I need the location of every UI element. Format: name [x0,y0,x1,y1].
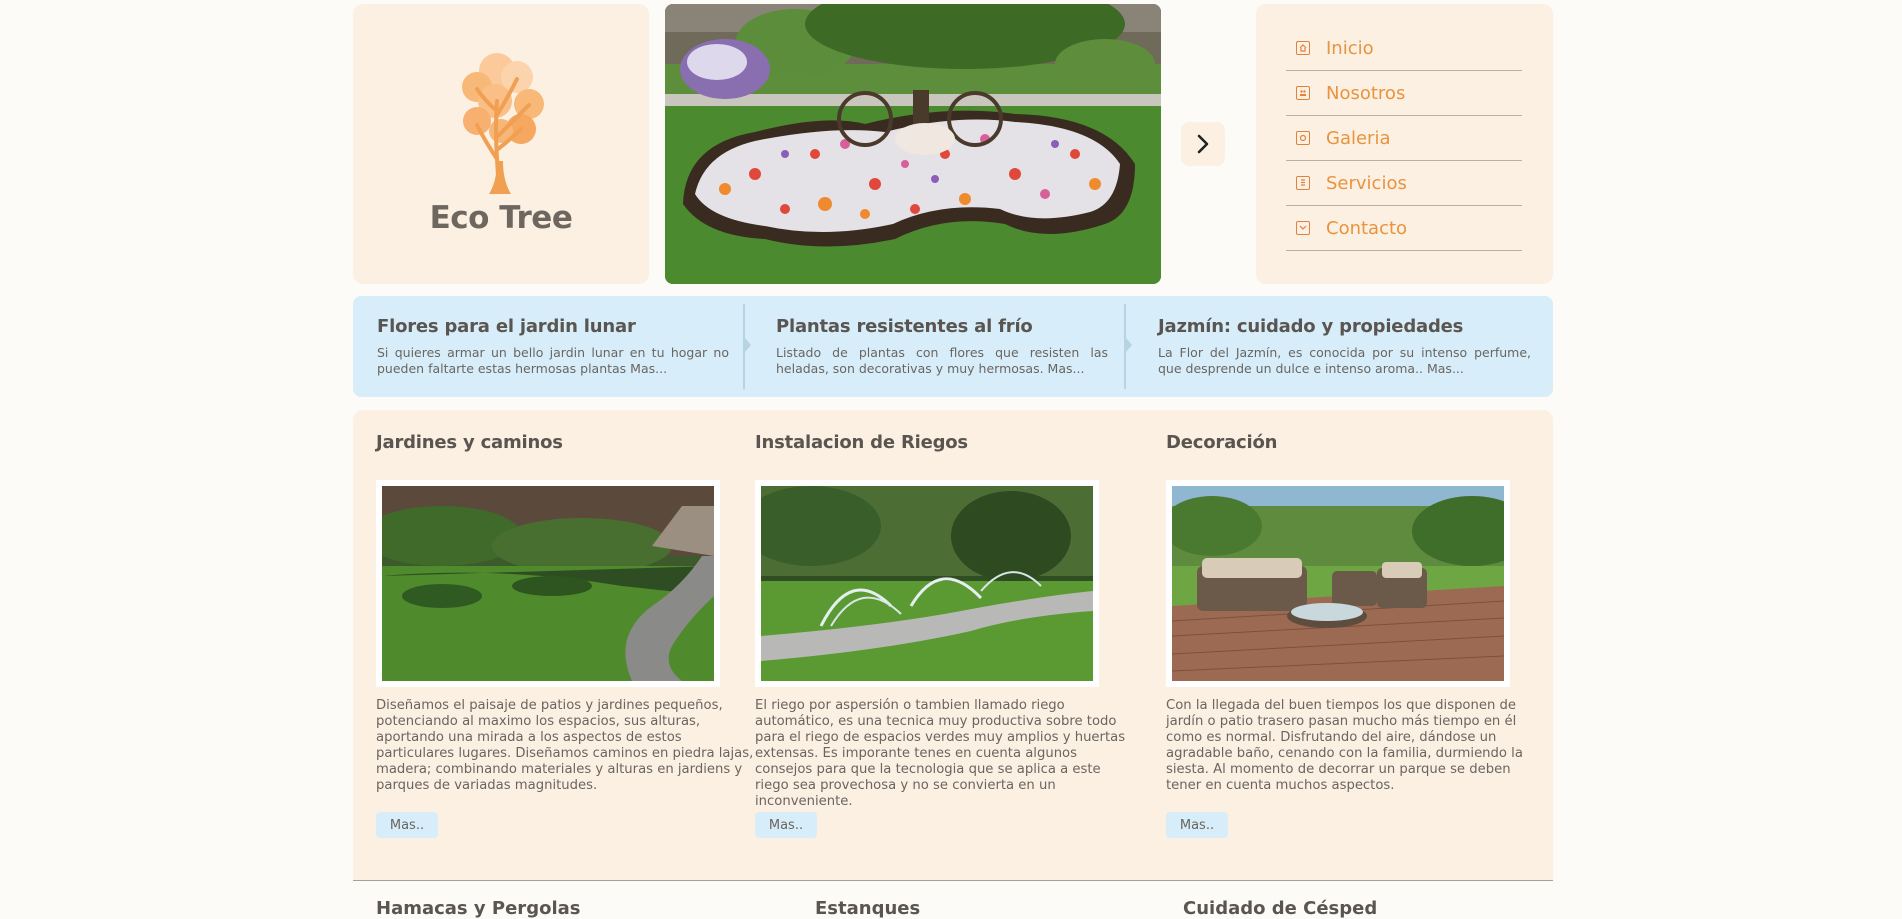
hero-slider-image [665,4,1161,284]
services-section: Jardines y caminos Diseñamos el paisaje … [353,410,1553,881]
nav-label: Servicios [1326,172,1407,194]
home-icon [1296,41,1310,55]
chevron-right-icon [1197,134,1209,154]
service-more-button[interactable]: Mas.. [1166,812,1228,838]
service-image-sprinklers [755,480,1099,687]
nav-item-inicio[interactable]: Inicio [1286,26,1522,71]
tree-logo-icon [462,53,544,194]
service-title: Instalacion de Riegos [755,432,968,453]
news-title[interactable]: Flores para el jardin lunar [377,316,729,337]
service-image-patio-furniture [1166,480,1510,687]
nav-item-galeria[interactable]: Galeria [1286,116,1522,161]
news-divider [743,304,751,389]
service-card: Decoración [1166,432,1277,453]
service-title: Cuidado de Césped [1183,898,1378,919]
service-title: Decoración [1166,432,1278,453]
service-more-button[interactable]: Mas.. [755,812,817,838]
gallery-icon [1296,131,1310,145]
service-card: Instalacion de Riegos [755,432,968,453]
service-more-button[interactable]: Mas.. [376,812,438,838]
news-text: Listado de plantas con flores que resist… [776,345,1108,376]
nav-item-nosotros[interactable]: Nosotros [1286,71,1522,116]
service-card: Jardines y caminos [376,432,563,453]
nav-label: Contacto [1326,217,1408,239]
logo-panel: Eco Tree [353,4,649,284]
news-title[interactable]: Jazmín: cuidado y propiedades [1158,316,1531,337]
service-description: Diseñamos el paisaje de patios y jardine… [376,698,754,793]
nav-label: Galeria [1326,127,1391,149]
news-item[interactable]: Jazmín: cuidado y propiedades La Flor de… [1158,316,1531,377]
nav-label: Nosotros [1326,82,1406,104]
news-item[interactable]: Flores para el jardin lunar Si quieres a… [377,316,729,377]
news-item[interactable]: Plantas resistentes al frío Listado de p… [776,316,1108,377]
news-strip: Flores para el jardin lunar Si quieres a… [353,296,1553,397]
service-image-garden-path [376,480,720,687]
nav-label: Inicio [1326,37,1374,59]
document-icon [1296,176,1310,190]
news-title[interactable]: Plantas resistentes al frío [776,316,1108,337]
service-description: Con la llegada del buen tiempos los que … [1166,698,1523,793]
main-navigation: Inicio Nosotros Galeria Servicios Contac… [1256,4,1553,284]
news-divider [1124,304,1132,389]
service-title: Hamacas y Pergolas [376,898,581,919]
news-text: Si quieres armar un bello jardin lunar e… [377,345,729,376]
service-title: Estanques [815,898,921,919]
service-title: Jardines y caminos [376,432,563,453]
mail-icon [1296,221,1310,235]
nav-item-servicios[interactable]: Servicios [1286,161,1522,206]
nav-item-contacto[interactable]: Contacto [1286,206,1522,251]
people-icon [1296,86,1310,100]
site-title: Eco Tree [429,200,573,236]
news-text: La Flor del Jazmín, es conocida por su i… [1158,345,1531,376]
slider-next-button[interactable] [1181,122,1225,166]
service-description: El riego por aspersión o tambien llamado… [755,698,1126,809]
